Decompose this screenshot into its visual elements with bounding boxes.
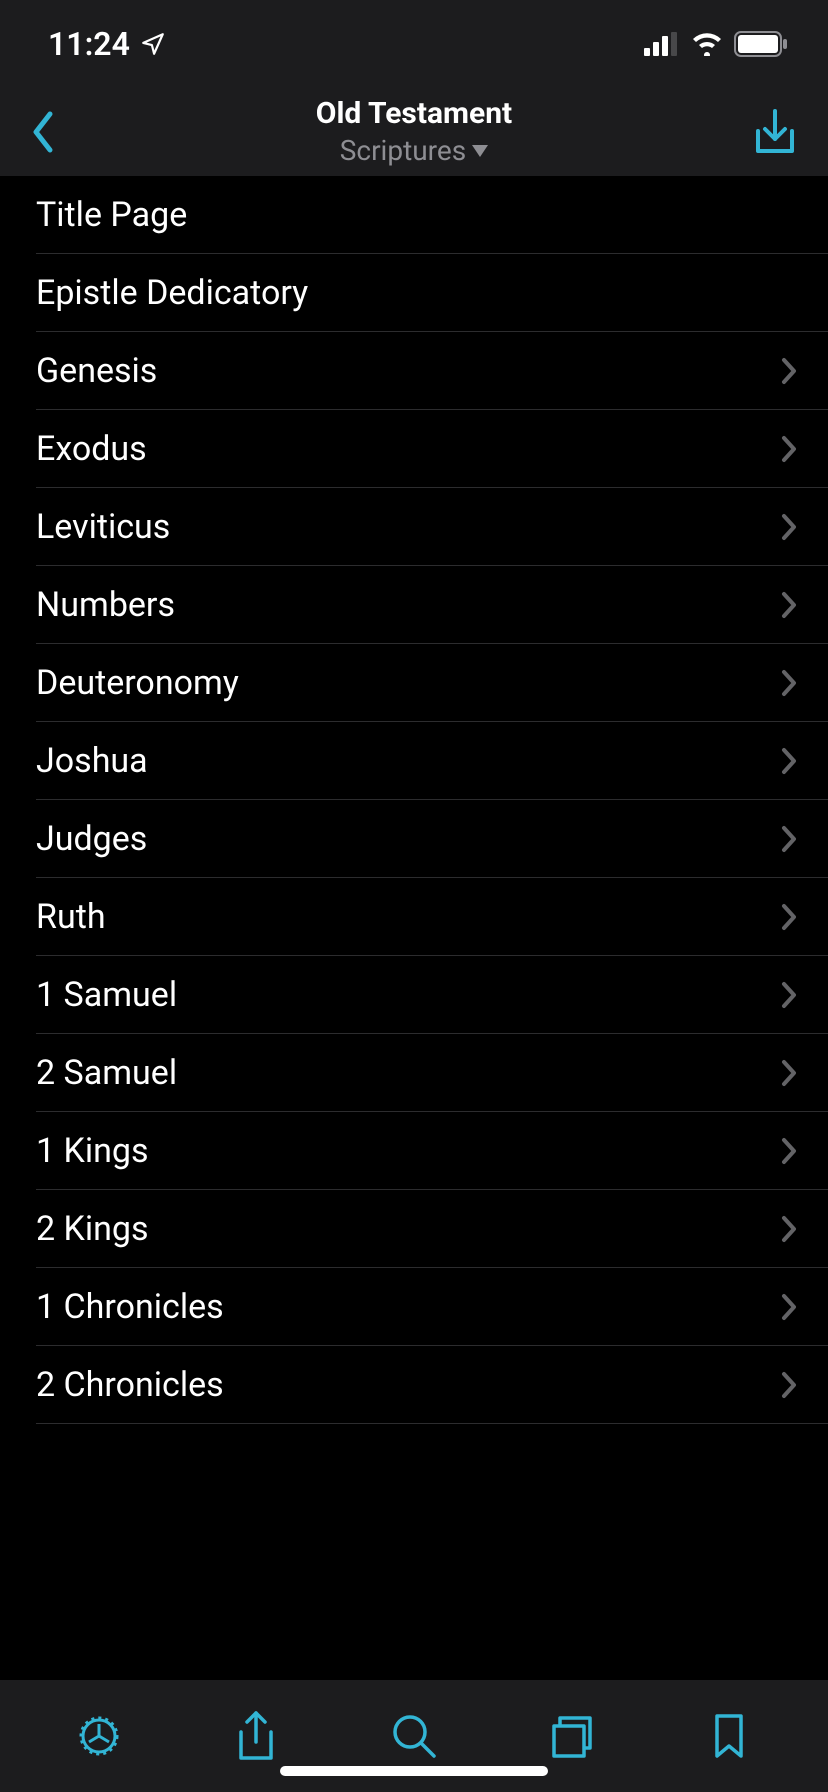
nav-subtitle: Scriptures	[340, 134, 488, 168]
bookmark-button[interactable]	[689, 1706, 769, 1766]
download-icon	[752, 107, 798, 157]
search-button[interactable]	[374, 1706, 454, 1766]
list-item[interactable]: Deuteronomy	[36, 644, 828, 722]
chevron-right-icon	[780, 824, 798, 854]
gear-icon	[75, 1712, 123, 1760]
list-item-label: Joshua	[36, 741, 148, 781]
nav-subtitle-label: Scriptures	[340, 134, 466, 168]
chevron-right-icon	[780, 356, 798, 386]
list-item[interactable]: 2 Kings	[36, 1190, 828, 1268]
status-bar: 11:24	[0, 0, 828, 88]
download-button[interactable]	[738, 107, 798, 157]
list-item-label: 1 Samuel	[36, 975, 177, 1015]
search-icon	[390, 1712, 438, 1760]
settings-button[interactable]	[59, 1706, 139, 1766]
list-item[interactable]: Genesis	[36, 332, 828, 410]
chevron-right-icon	[780, 1292, 798, 1322]
list-item-label: 2 Chronicles	[36, 1365, 224, 1405]
list-item[interactable]: Joshua	[36, 722, 828, 800]
list-item-label: Exodus	[36, 429, 147, 469]
list-item-label: Leviticus	[36, 507, 170, 547]
list-item-label: 1 Kings	[36, 1131, 149, 1171]
chevron-right-icon	[780, 1058, 798, 1088]
list-item-label: Title Page	[36, 195, 187, 235]
list-item-label: 2 Kings	[36, 1209, 149, 1249]
chevron-right-icon	[780, 1370, 798, 1400]
stack-icon	[548, 1712, 596, 1760]
book-list: Title Page Epistle Dedicatory Genesis Exodu…	[0, 176, 828, 1424]
nav-title-group[interactable]: Old Testament Scriptures	[90, 96, 738, 168]
caret-down-icon	[472, 145, 488, 157]
cellular-icon	[644, 32, 680, 56]
list-item-label: Numbers	[36, 585, 175, 625]
list-item[interactable]: 1 Samuel	[36, 956, 828, 1034]
chevron-left-icon	[30, 110, 56, 154]
list-item-label: Genesis	[36, 351, 157, 391]
chevron-right-icon	[780, 1214, 798, 1244]
list-item-label: Ruth	[36, 897, 106, 937]
chevron-right-icon	[780, 746, 798, 776]
chevron-right-icon	[780, 902, 798, 932]
home-indicator[interactable]	[280, 1766, 548, 1776]
list-item-label: Epistle Dedicatory	[36, 273, 308, 313]
list-item-label: 2 Samuel	[36, 1053, 177, 1093]
status-left: 11:24	[48, 25, 166, 63]
list-item[interactable]: 1 Kings	[36, 1112, 828, 1190]
list-item[interactable]: 2 Samuel	[36, 1034, 828, 1112]
wifi-icon	[690, 32, 724, 56]
share-icon	[235, 1710, 277, 1762]
chevron-right-icon	[780, 980, 798, 1010]
chevron-right-icon	[780, 512, 798, 542]
list-item[interactable]: Ruth	[36, 878, 828, 956]
list-item[interactable]: Exodus	[36, 410, 828, 488]
chevron-right-icon	[780, 590, 798, 620]
list-item[interactable]: Title Page	[36, 176, 828, 254]
list-item-label: Deuteronomy	[36, 663, 239, 703]
list-item[interactable]: Leviticus	[36, 488, 828, 566]
status-right	[644, 31, 788, 57]
nav-header: Old Testament Scriptures	[0, 88, 828, 176]
list-item-label: 1 Chronicles	[36, 1287, 224, 1327]
battery-icon	[734, 31, 788, 57]
back-button[interactable]	[30, 110, 90, 154]
tabs-button[interactable]	[532, 1706, 612, 1766]
content[interactable]: Title Page Epistle Dedicatory Genesis Exodu…	[0, 176, 828, 1680]
nav-title: Old Testament	[316, 96, 512, 132]
list-item[interactable]: 1 Chronicles	[36, 1268, 828, 1346]
list-item[interactable]: Epistle Dedicatory	[36, 254, 828, 332]
chevron-right-icon	[780, 668, 798, 698]
bookmark-icon	[711, 1712, 747, 1760]
share-button[interactable]	[216, 1706, 296, 1766]
chevron-right-icon	[780, 1136, 798, 1166]
list-item[interactable]: 2 Chronicles	[36, 1346, 828, 1424]
status-time: 11:24	[48, 25, 130, 63]
location-icon	[140, 31, 166, 57]
list-item[interactable]: Numbers	[36, 566, 828, 644]
chevron-right-icon	[780, 434, 798, 464]
list-item[interactable]: Judges	[36, 800, 828, 878]
list-item-label: Judges	[36, 819, 147, 859]
